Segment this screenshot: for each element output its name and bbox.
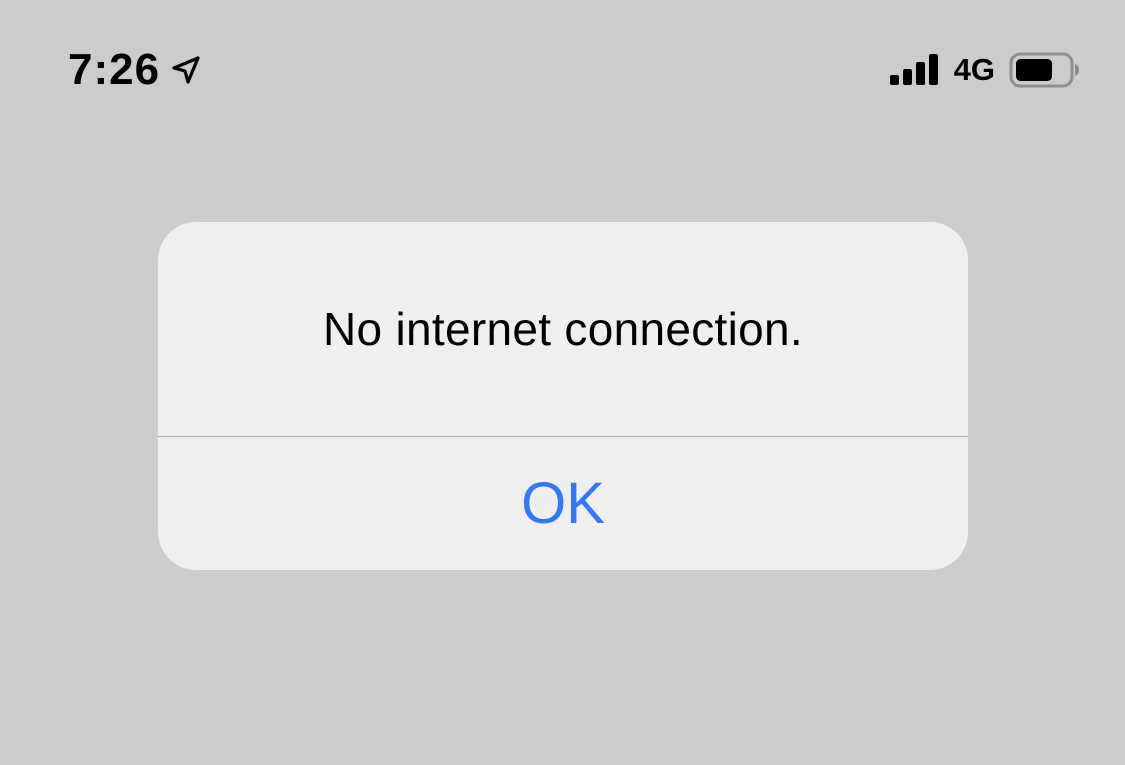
- cellular-signal-icon: [889, 53, 942, 87]
- location-arrow-icon: [170, 54, 202, 86]
- status-bar: 7:26 4G: [0, 0, 1125, 140]
- ok-button[interactable]: OK: [158, 437, 968, 570]
- network-type: 4G: [953, 52, 995, 87]
- status-time: 7:26: [68, 45, 161, 94]
- battery-icon: [1009, 52, 1081, 88]
- alert-dialog: No internet connection. OK: [158, 222, 968, 570]
- time-group: 7:26: [68, 42, 202, 98]
- status-indicators: 4G: [889, 50, 1081, 90]
- alert-message: No internet connection.: [323, 303, 803, 355]
